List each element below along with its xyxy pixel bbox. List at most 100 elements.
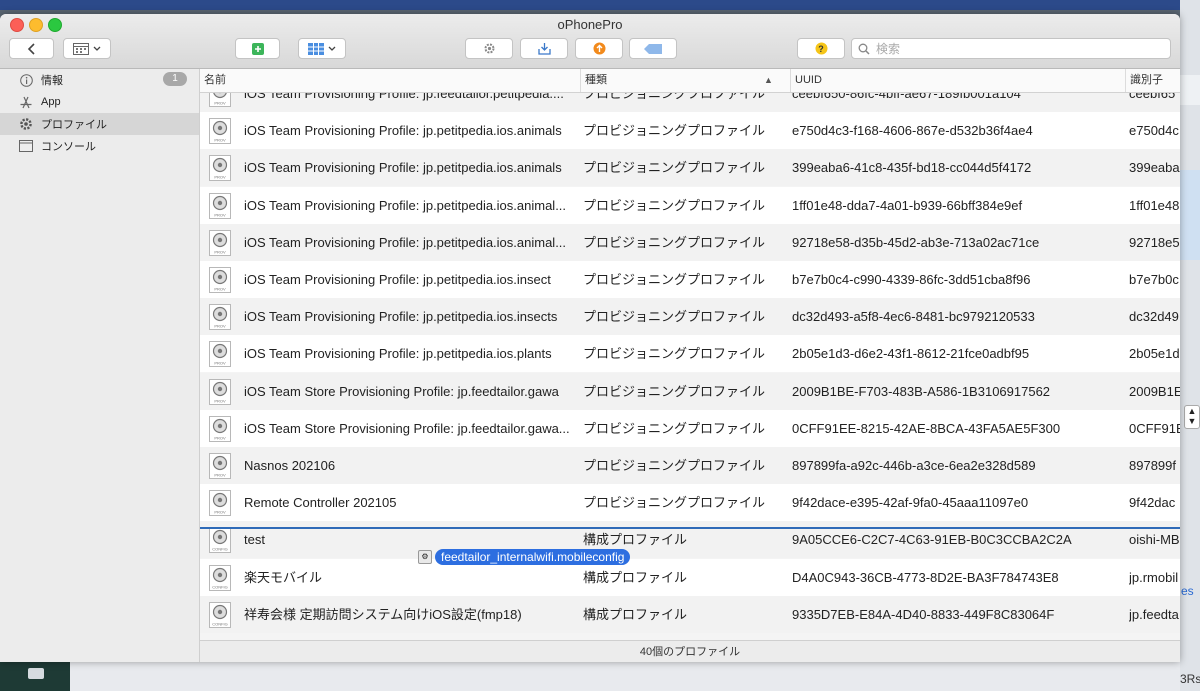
- profile-name: iOS Team Provisioning Profile: jp.petitp…: [244, 197, 567, 213]
- svg-text:CONFIG: CONFIG: [212, 584, 228, 589]
- dock-area: [0, 662, 1180, 691]
- profile-file-icon: PROV: [209, 118, 231, 145]
- column-header-uuid[interactable]: UUID: [790, 69, 1125, 92]
- sidebar-item-label: プロファイル: [41, 119, 107, 131]
- gear-icon: [19, 117, 33, 131]
- background-text: es: [1181, 584, 1194, 598]
- calendar-grid-icon: [73, 42, 89, 55]
- table-row[interactable]: PROV iOS Team Provisioning Profile: jp.fe…: [200, 93, 1180, 112]
- sidebar-item-label: コンソール: [41, 141, 96, 153]
- sidebar-item-console[interactable]: コンソール: [0, 135, 199, 157]
- svg-text:PROV: PROV: [214, 175, 226, 180]
- background-window-right: ▲ ▼ es 3Rs: [1180, 0, 1200, 691]
- table-row[interactable]: PROV iOS Team Provisioning Profile: jp.pe…: [200, 335, 1180, 373]
- info-icon: [19, 73, 33, 87]
- upload-button[interactable]: [575, 38, 623, 59]
- profile-name: iOS Team Provisioning Profile: jp.feedta…: [244, 93, 564, 101]
- install-button[interactable]: [520, 38, 568, 59]
- sidebar-item-info[interactable]: 情報 1: [0, 69, 199, 91]
- sidebar-item-label: App: [41, 96, 61, 108]
- profile-identifier: 399eaba: [1129, 160, 1180, 176]
- desktop-background: [0, 0, 1200, 10]
- column-header-identifier[interactable]: 識別子: [1125, 69, 1180, 92]
- profile-file-icon: PROV: [209, 155, 231, 182]
- search-field[interactable]: 検索: [851, 38, 1171, 59]
- table-row[interactable]: PROV iOS Team Provisioning Profile: jp.pe…: [200, 149, 1180, 187]
- view-mode-button[interactable]: [63, 38, 111, 59]
- table-row[interactable]: PROV iOS Team Provisioning Profile: jp.pe…: [200, 298, 1180, 336]
- column-header-name[interactable]: 名前: [200, 69, 580, 92]
- profile-identifier: dc32d49: [1129, 309, 1179, 325]
- chevron-down-icon: [93, 46, 101, 51]
- table-row[interactable]: PROV iOS Team Provisioning Profile: jp.pe…: [200, 112, 1180, 150]
- profile-name: iOS Team Store Provisioning Profile: jp.…: [244, 420, 570, 436]
- profile-type: プロビジョニングプロファイル: [583, 458, 766, 473]
- table-row[interactable]: PROV iOS Team Store Provisioning Profile:…: [200, 409, 1180, 447]
- sidebar-item-profiles[interactable]: プロファイル: [0, 113, 199, 135]
- profile-type: プロビジョニングプロファイル: [583, 123, 766, 139]
- profile-file-icon: CONFIG: [209, 564, 231, 591]
- profile-identifier: 1ff01e48: [1129, 197, 1180, 213]
- table-row[interactable]: PROV iOS Team Provisioning Profile: jp.pe…: [200, 261, 1180, 298]
- list-view-button[interactable]: [298, 38, 346, 59]
- upload-circle-icon: [593, 42, 605, 55]
- table-row[interactable]: PROV iOS Team Store Provisioning Profile:…: [200, 372, 1180, 410]
- sidebar-item-label: 情報: [41, 75, 63, 87]
- profile-identifier: 92718e5: [1129, 234, 1180, 250]
- profile-file-icon: PROV: [209, 267, 231, 293]
- table-row[interactable]: CONFIG 楽天モバイル 構成プロファイル D4A0C943-36CB-4773-8…: [200, 558, 1180, 596]
- search-icon: [858, 43, 870, 55]
- profile-file-icon: PROV: [209, 453, 231, 479]
- profile-uuid: e750d4c3-f168-4606-867e-d532b36f4ae4: [792, 123, 1033, 139]
- profile-identifier: 2009B1E: [1129, 383, 1180, 399]
- help-button[interactable]: ?: [797, 38, 845, 59]
- profile-type: プロビジョニングプロファイル: [583, 272, 766, 287]
- dragged-file-label: feedtailor_internalwifi.mobileconfig: [435, 549, 631, 565]
- back-button[interactable]: [9, 38, 54, 59]
- profile-type: 構成プロファイル: [583, 606, 688, 622]
- file-icon: ⚙: [418, 550, 432, 564]
- svg-text:CONFIG: CONFIG: [212, 621, 228, 626]
- column-header-type[interactable]: 種類: [580, 69, 790, 92]
- table-row[interactable]: PROV Nasnos 202106 プロビジョニングプロファイル 897899fa-…: [200, 447, 1180, 484]
- profile-type: プロビジョニングプロファイル: [583, 197, 766, 213]
- table-row[interactable]: PROV Remote Controller 202105 プロビジョニングプロファ…: [200, 484, 1180, 522]
- svg-text:PROV: PROV: [214, 361, 226, 366]
- profile-identifier: 0CFF91E: [1129, 420, 1180, 436]
- profile-uuid: 897899fa-a92c-446b-a3ce-6ea2e328d589: [792, 458, 1036, 473]
- sidebar-item-app[interactable]: App: [0, 91, 199, 113]
- profile-name: 祥寿会様 定期訪問システム向けiOS設定(fmp18): [244, 606, 522, 622]
- svg-text:PROV: PROV: [214, 212, 226, 217]
- table-grid-icon: [308, 42, 324, 55]
- profile-file-icon: PROV: [209, 341, 231, 368]
- profile-type: プロビジョニングプロファイル: [583, 420, 766, 436]
- table-row[interactable]: CONFIG 祥寿会様 定期訪問システム向けiOS設定(fmp18) 構成プロファイ…: [200, 595, 1180, 633]
- profile-type: プロビジョニングプロファイル: [583, 309, 766, 325]
- table-header: 名前 ▲ 種類 UUID 識別子: [200, 69, 1180, 93]
- add-icon: [251, 42, 264, 55]
- profile-type: プロビジョニングプロファイル: [583, 93, 766, 101]
- profile-file-icon: PROV: [209, 304, 231, 331]
- console-icon: [19, 139, 33, 153]
- add-button[interactable]: [235, 38, 280, 59]
- table-row[interactable]: PROV iOS Team Provisioning Profile: jp.pe…: [200, 223, 1180, 261]
- profile-uuid: 0CFF91EE-8215-42AE-8BCA-43FA5AE5F300: [792, 420, 1061, 436]
- profile-uuid: dc32d493-a5f8-4ec6-8481-bc9792120533: [792, 309, 1035, 325]
- dragged-file[interactable]: ⚙ feedtailor_internalwifi.mobileconfig: [418, 548, 631, 566]
- profile-file-icon: PROV: [209, 93, 231, 107]
- profile-name: iOS Team Provisioning Profile: jp.petitp…: [244, 123, 562, 139]
- profile-file-icon: PROV: [209, 415, 231, 442]
- profile-name: Nasnos 202106: [244, 458, 336, 473]
- svg-text:PROV: PROV: [214, 435, 226, 440]
- download-tray-icon: [537, 43, 551, 55]
- profile-identifier: 9f42dac: [1129, 495, 1176, 511]
- background-text: 3Rs: [1180, 672, 1200, 686]
- svg-text:PROV: PROV: [214, 249, 226, 254]
- table-row[interactable]: PROV iOS Team Provisioning Profile: jp.pe…: [200, 186, 1180, 224]
- settings-button[interactable]: [465, 38, 513, 59]
- profile-identifier: e750d4c: [1129, 123, 1179, 139]
- profile-name: iOS Team Store Provisioning Profile: jp.…: [244, 383, 559, 399]
- tag-button[interactable]: [629, 38, 677, 59]
- profile-uuid: 9335D7EB-E84A-4D40-8833-449F8C83064F: [792, 606, 1055, 622]
- profile-type: プロビジョニングプロファイル: [583, 346, 766, 362]
